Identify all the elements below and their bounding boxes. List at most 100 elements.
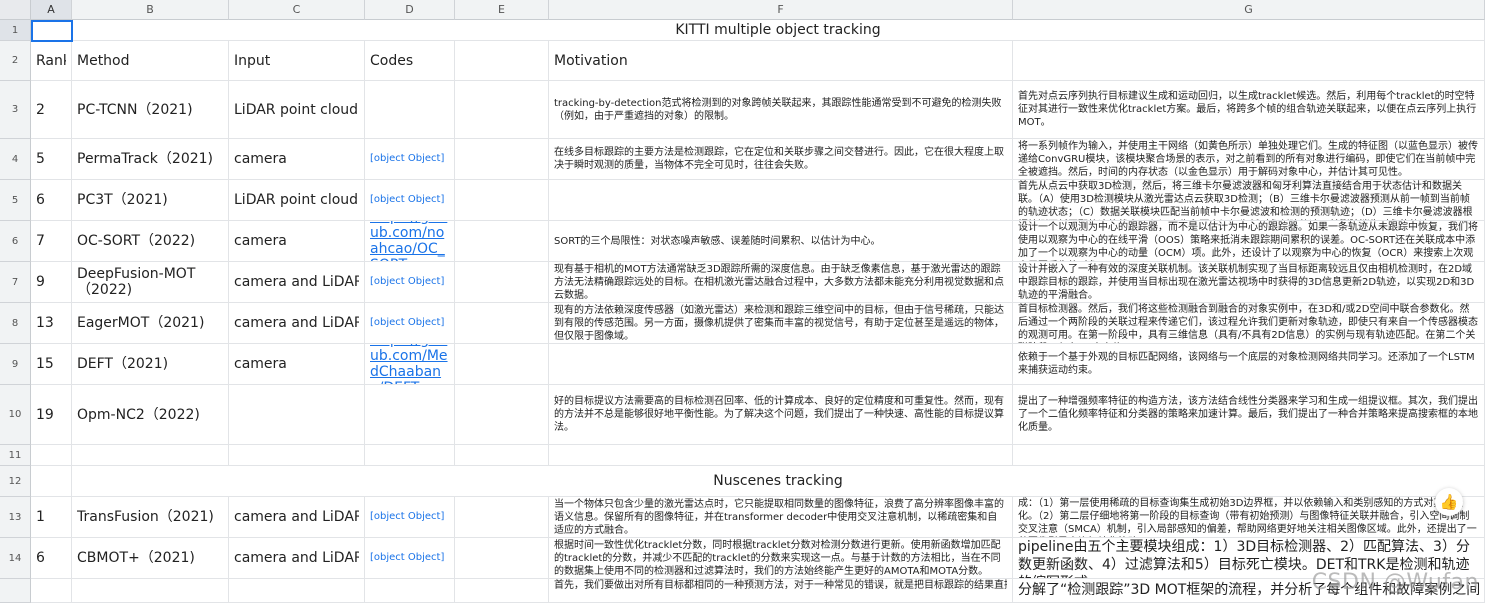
motivation-cell[interactable]: SORT的三个局限性：对状态噪声敏感、误差随时间累积、以估计为中心。 <box>549 221 1013 262</box>
cell-a12[interactable] <box>31 466 72 497</box>
method-cell[interactable]: DeepFusion-MOT（2022) <box>72 262 229 303</box>
method-cell[interactable]: CBMOT+（2021) <box>72 538 229 579</box>
description-cell[interactable]: 依赖于一个基于外观的目标匹配网络，该网络与一个底层的对象检测网络共同学习。还添加… <box>1013 344 1485 385</box>
row-header-11[interactable]: 11 <box>0 445 31 466</box>
row-header-13[interactable]: 13 <box>0 497 31 538</box>
header-motivation[interactable]: Motivation <box>549 41 1013 81</box>
method-cell[interactable]: EagerMOT（2021) <box>72 303 229 344</box>
rank-cell[interactable]: 6 <box>31 180 72 221</box>
code-link[interactable]: [object Object] <box>370 151 444 167</box>
description-cell[interactable]: 将一系列帧作为输入，并使用主干网络（如黄色所示）单独处理它们。生成的特征图（以蓝… <box>1013 139 1485 180</box>
method-cell[interactable]: PermaTrack（2021) <box>72 139 229 180</box>
empty-cell[interactable] <box>229 579 365 603</box>
motivation-cell[interactable]: 好的目标提议方法需要高的目标检测召回率、低的计算成本、良好的定位精度和可重复性。… <box>549 385 1013 445</box>
row-header-6[interactable]: 6 <box>0 221 31 262</box>
spreadsheet[interactable]: A B C D E F G 1 2 3 4 5 6 7 8 9 10 11 12 13 14 KITTI multiple… <box>0 0 1485 603</box>
column-header-a[interactable]: A <box>31 0 72 20</box>
code-link[interactable]: https://github.com/MedChaabane/DEFT <box>370 344 449 384</box>
header-empty-g[interactable] <box>1013 41 1485 81</box>
code-link[interactable]: [object Object] <box>370 550 444 566</box>
row-header-3[interactable]: 3 <box>0 81 31 139</box>
rank-cell[interactable]: 15 <box>31 344 72 385</box>
code-link[interactable]: [object Object] <box>370 274 444 290</box>
input-cell[interactable]: camera <box>229 221 365 262</box>
row-header-4[interactable]: 4 <box>0 139 31 180</box>
method-cell[interactable]: TransFusion（2021) <box>72 497 229 538</box>
empty-e-cell[interactable] <box>455 139 549 180</box>
code-cell[interactable] <box>365 81 455 139</box>
description-cell[interactable]: 设计一个以观测为中心的跟踪器，而不是以估计为中心的跟踪器。如果一条轨迹从未跟踪中… <box>1013 221 1485 262</box>
row-header-14[interactable]: 14 <box>0 538 31 579</box>
empty-e-cell[interactable] <box>455 303 549 344</box>
nuscenes-title-cell[interactable]: Nuscenes tracking <box>72 466 1485 497</box>
row-header-12[interactable]: 12 <box>0 466 31 497</box>
input-cell[interactable]: LiDAR point cloud <box>229 180 365 221</box>
input-cell[interactable] <box>229 385 365 445</box>
description-cell[interactable]: 首先对点云序列执行目标建议生成和运动回归，以生成tracklet候选。然后，利用… <box>1013 81 1485 139</box>
code-link[interactable]: [object Object] <box>370 192 444 208</box>
input-cell[interactable]: camera and LiDAR <box>229 497 365 538</box>
row-header-7[interactable]: 7 <box>0 262 31 303</box>
empty-cell[interactable] <box>31 579 72 603</box>
description-cell[interactable]: 首先从点云中获取3D检测，然后，将三维卡尔曼滤波器和匈牙利算法直接结合用于状态估… <box>1013 180 1485 221</box>
code-cell[interactable]: [object Object] <box>365 262 455 303</box>
description-cell[interactable]: 设计并嵌入了一种有效的深度关联机制。该关联机制实现了当目标距离较远且仅由相机检测… <box>1013 262 1485 303</box>
empty-cell[interactable] <box>549 445 1013 466</box>
code-link[interactable]: https://github.com/noahcao/OC_SORT <box>370 221 449 261</box>
row-header-2[interactable]: 2 <box>0 41 31 81</box>
empty-cell[interactable] <box>72 445 229 466</box>
description-cell[interactable]: 提出了一种增强频率特征的构造方法，该方法结合线性分类器来学习和生成一组提议框。其… <box>1013 385 1485 445</box>
column-header-b[interactable]: B <box>72 0 229 20</box>
method-cell[interactable]: OC-SORT（2022) <box>72 221 229 262</box>
header-input[interactable]: Input <box>229 41 365 81</box>
description-cell[interactable]: 成：（1）第一层使用稀疏的目标查询集生成初始3D边界框，并以依赖输入和类别感知的… <box>1013 497 1485 538</box>
column-header-d[interactable]: D <box>365 0 455 20</box>
motivation-cell[interactable]: 首先，我们要做出对所有目标都相同的一种预测方法，对于一种常见的错误，就是把目标跟… <box>549 579 1013 603</box>
thumbs-up-icon[interactable]: 👍 <box>1435 488 1463 516</box>
motivation-cell[interactable] <box>549 344 1013 385</box>
input-cell[interactable]: camera and LiDAR <box>229 303 365 344</box>
rank-cell[interactable]: 1 <box>31 497 72 538</box>
empty-e-cell[interactable] <box>455 180 549 221</box>
code-cell[interactable]: https://github.com/noahcao/OC_SORT <box>365 221 455 262</box>
rank-cell[interactable]: 6 <box>31 538 72 579</box>
code-cell[interactable] <box>365 385 455 445</box>
header-empty-e[interactable] <box>455 41 549 81</box>
empty-cell[interactable] <box>365 445 455 466</box>
motivation-cell[interactable]: tracking-by-detection范式将检测到的对象跨帧关联起来，其跟踪… <box>549 81 1013 139</box>
code-link[interactable]: [object Object] <box>370 509 444 525</box>
rank-cell[interactable]: 7 <box>31 221 72 262</box>
code-cell[interactable]: [object Object] <box>365 139 455 180</box>
code-cell[interactable]: [object Object] <box>365 303 455 344</box>
code-cell[interactable]: https://github.com/MedChaabane/DEFT <box>365 344 455 385</box>
rank-cell[interactable]: 13 <box>31 303 72 344</box>
input-cell[interactable]: LiDAR point cloud <box>229 81 365 139</box>
row-header-10[interactable]: 10 <box>0 385 31 445</box>
column-header-e[interactable]: E <box>455 0 549 20</box>
input-cell[interactable]: camera and LiDAR <box>229 538 365 579</box>
row-header-8[interactable]: 8 <box>0 303 31 344</box>
motivation-cell[interactable]: 现有的方法依赖深度传感器（如激光雷达）来检测和跟踪三维空间中的目标，但由于信号稀… <box>549 303 1013 344</box>
empty-e-cell[interactable] <box>455 497 549 538</box>
empty-e-cell[interactable] <box>455 262 549 303</box>
header-rank[interactable]: Rank <box>31 41 72 81</box>
empty-cell[interactable] <box>31 445 72 466</box>
method-cell[interactable]: Opm-NC2（2022) <box>72 385 229 445</box>
empty-cell[interactable] <box>72 579 229 603</box>
motivation-cell[interactable]: 现有基于相机的MOT方法通常缺乏3D跟踪所需的深度信息。由于缺乏像素信息，基于激… <box>549 262 1013 303</box>
empty-cell[interactable] <box>1013 445 1485 466</box>
rank-cell[interactable]: 9 <box>31 262 72 303</box>
column-header-g[interactable]: G <box>1013 0 1485 20</box>
column-header-f[interactable]: F <box>549 0 1013 20</box>
code-cell[interactable]: [object Object] <box>365 180 455 221</box>
empty-e-cell[interactable] <box>455 385 549 445</box>
code-link[interactable]: [object Object] <box>370 315 444 331</box>
row-header-5[interactable]: 5 <box>0 180 31 221</box>
row-header-15[interactable] <box>0 579 31 603</box>
rank-cell[interactable]: 2 <box>31 81 72 139</box>
motivation-cell[interactable] <box>549 180 1013 221</box>
header-method[interactable]: Method <box>72 41 229 81</box>
code-cell[interactable]: [object Object] <box>365 497 455 538</box>
method-cell[interactable]: DEFT（2021) <box>72 344 229 385</box>
empty-e-cell[interactable] <box>455 344 549 385</box>
